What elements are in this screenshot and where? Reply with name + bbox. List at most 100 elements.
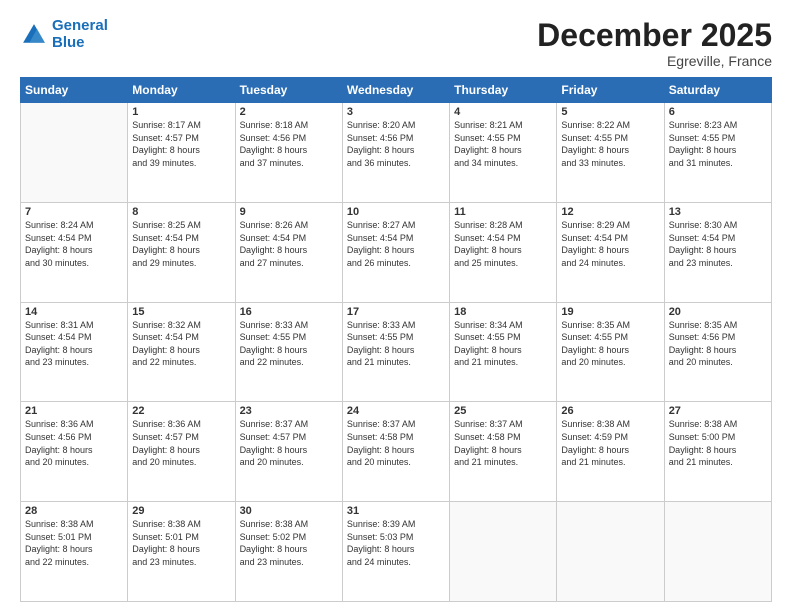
sunset: Sunset: 4:54 PM <box>240 232 338 245</box>
daylight-hours: Daylight: 8 hours <box>25 244 123 257</box>
sunrise: Sunrise: 8:37 AM <box>240 418 338 431</box>
col-thursday: Thursday <box>450 78 557 103</box>
table-row: 12 Sunrise: 8:29 AM Sunset: 4:54 PM Dayl… <box>557 202 664 302</box>
daylight-hours: Daylight: 8 hours <box>25 344 123 357</box>
logo-text: General Blue <box>52 18 108 51</box>
daylight-hours: Daylight: 8 hours <box>454 144 552 157</box>
sunset: Sunset: 4:54 PM <box>669 232 767 245</box>
sunset: Sunset: 4:54 PM <box>25 232 123 245</box>
daylight-hours: Daylight: 8 hours <box>240 244 338 257</box>
daylight-hours: Daylight: 8 hours <box>669 444 767 457</box>
sunset: Sunset: 4:55 PM <box>454 331 552 344</box>
sunrise: Sunrise: 8:21 AM <box>454 119 552 132</box>
daylight-minutes: and 27 minutes. <box>240 257 338 270</box>
sunrise: Sunrise: 8:33 AM <box>347 319 445 332</box>
daylight-minutes: and 31 minutes. <box>669 157 767 170</box>
daylight-hours: Daylight: 8 hours <box>240 144 338 157</box>
day-number: 17 <box>347 306 445 318</box>
table-row: 16 Sunrise: 8:33 AM Sunset: 4:55 PM Dayl… <box>235 302 342 402</box>
sunrise: Sunrise: 8:34 AM <box>454 319 552 332</box>
day-number: 11 <box>454 206 552 218</box>
day-number: 7 <box>25 206 123 218</box>
daylight-minutes: and 23 minutes. <box>669 257 767 270</box>
daylight-hours: Daylight: 8 hours <box>25 444 123 457</box>
day-number: 8 <box>132 206 230 218</box>
table-row: 7 Sunrise: 8:24 AM Sunset: 4:54 PM Dayli… <box>21 202 128 302</box>
table-row: 9 Sunrise: 8:26 AM Sunset: 4:54 PM Dayli… <box>235 202 342 302</box>
table-row: 25 Sunrise: 8:37 AM Sunset: 4:58 PM Dayl… <box>450 402 557 502</box>
daylight-minutes: and 25 minutes. <box>454 257 552 270</box>
daylight-minutes: and 22 minutes. <box>25 556 123 569</box>
daylight-hours: Daylight: 8 hours <box>669 244 767 257</box>
logo-icon <box>20 21 48 49</box>
col-friday: Friday <box>557 78 664 103</box>
calendar-header-row: Sunday Monday Tuesday Wednesday Thursday… <box>21 78 772 103</box>
table-row: 5 Sunrise: 8:22 AM Sunset: 4:55 PM Dayli… <box>557 103 664 203</box>
location: Egreville, France <box>537 53 772 69</box>
header: General Blue December 2025 Egreville, Fr… <box>20 18 772 69</box>
daylight-hours: Daylight: 8 hours <box>454 244 552 257</box>
daylight-hours: Daylight: 8 hours <box>561 244 659 257</box>
day-number: 19 <box>561 306 659 318</box>
daylight-minutes: and 20 minutes. <box>561 356 659 369</box>
sunrise: Sunrise: 8:37 AM <box>347 418 445 431</box>
day-number: 25 <box>454 405 552 417</box>
calendar-row-5: 28 Sunrise: 8:38 AM Sunset: 5:01 PM Dayl… <box>21 502 772 602</box>
title-block: December 2025 Egreville, France <box>537 18 772 69</box>
daylight-hours: Daylight: 8 hours <box>561 144 659 157</box>
daylight-hours: Daylight: 8 hours <box>25 543 123 556</box>
logo-blue: Blue <box>52 35 108 52</box>
daylight-hours: Daylight: 8 hours <box>347 344 445 357</box>
table-row: 24 Sunrise: 8:37 AM Sunset: 4:58 PM Dayl… <box>342 402 449 502</box>
daylight-minutes: and 26 minutes. <box>347 257 445 270</box>
day-number: 21 <box>25 405 123 417</box>
day-number: 23 <box>240 405 338 417</box>
daylight-minutes: and 30 minutes. <box>25 257 123 270</box>
daylight-minutes: and 33 minutes. <box>561 157 659 170</box>
day-number: 18 <box>454 306 552 318</box>
sunrise: Sunrise: 8:30 AM <box>669 219 767 232</box>
sunrise: Sunrise: 8:31 AM <box>25 319 123 332</box>
day-number: 13 <box>669 206 767 218</box>
sunset: Sunset: 4:58 PM <box>454 431 552 444</box>
daylight-minutes: and 21 minutes. <box>454 356 552 369</box>
sunrise: Sunrise: 8:20 AM <box>347 119 445 132</box>
daylight-minutes: and 23 minutes. <box>240 556 338 569</box>
daylight-hours: Daylight: 8 hours <box>347 244 445 257</box>
daylight-hours: Daylight: 8 hours <box>669 344 767 357</box>
sunrise: Sunrise: 8:18 AM <box>240 119 338 132</box>
daylight-hours: Daylight: 8 hours <box>240 543 338 556</box>
sunset: Sunset: 4:54 PM <box>561 232 659 245</box>
daylight-minutes: and 37 minutes. <box>240 157 338 170</box>
daylight-hours: Daylight: 8 hours <box>132 144 230 157</box>
day-number: 24 <box>347 405 445 417</box>
sunset: Sunset: 4:57 PM <box>240 431 338 444</box>
month-title: December 2025 <box>537 18 772 53</box>
calendar-row-2: 7 Sunrise: 8:24 AM Sunset: 4:54 PM Dayli… <box>21 202 772 302</box>
table-row: 26 Sunrise: 8:38 AM Sunset: 4:59 PM Dayl… <box>557 402 664 502</box>
sunrise: Sunrise: 8:39 AM <box>347 518 445 531</box>
page: General Blue December 2025 Egreville, Fr… <box>0 0 792 612</box>
daylight-minutes: and 21 minutes. <box>347 356 445 369</box>
day-number: 1 <box>132 106 230 118</box>
table-row: 10 Sunrise: 8:27 AM Sunset: 4:54 PM Dayl… <box>342 202 449 302</box>
table-row: 1 Sunrise: 8:17 AM Sunset: 4:57 PM Dayli… <box>128 103 235 203</box>
sunrise: Sunrise: 8:29 AM <box>561 219 659 232</box>
sunrise: Sunrise: 8:23 AM <box>669 119 767 132</box>
sunrise: Sunrise: 8:24 AM <box>25 219 123 232</box>
day-number: 10 <box>347 206 445 218</box>
table-row: 11 Sunrise: 8:28 AM Sunset: 4:54 PM Dayl… <box>450 202 557 302</box>
day-number: 4 <box>454 106 552 118</box>
sunrise: Sunrise: 8:38 AM <box>240 518 338 531</box>
col-sunday: Sunday <box>21 78 128 103</box>
table-row: 27 Sunrise: 8:38 AM Sunset: 5:00 PM Dayl… <box>664 402 771 502</box>
logo: General Blue <box>20 18 108 51</box>
sunset: Sunset: 4:55 PM <box>347 331 445 344</box>
table-row: 15 Sunrise: 8:32 AM Sunset: 4:54 PM Dayl… <box>128 302 235 402</box>
sunset: Sunset: 4:57 PM <box>132 132 230 145</box>
table-row: 30 Sunrise: 8:38 AM Sunset: 5:02 PM Dayl… <box>235 502 342 602</box>
sunrise: Sunrise: 8:36 AM <box>25 418 123 431</box>
sunrise: Sunrise: 8:37 AM <box>454 418 552 431</box>
table-row: 28 Sunrise: 8:38 AM Sunset: 5:01 PM Dayl… <box>21 502 128 602</box>
sunset: Sunset: 4:57 PM <box>132 431 230 444</box>
